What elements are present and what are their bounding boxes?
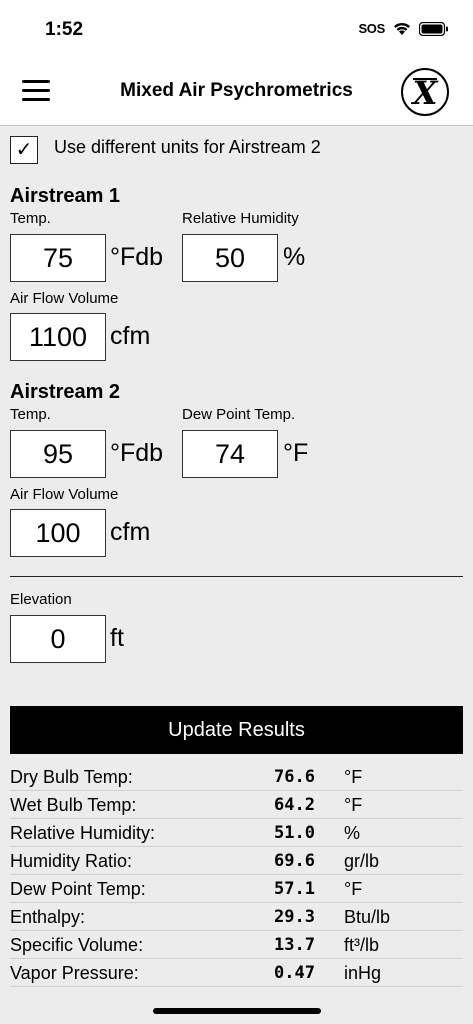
result-row-humidity-ratio: Humidity Ratio: 69.6 gr/lb — [10, 848, 463, 875]
result-row-enthalpy: Enthalpy: 29.3 Btu/lb — [10, 904, 463, 931]
result-value: 76.6 — [274, 767, 315, 787]
different-units-checkbox[interactable]: ✓ — [10, 136, 38, 164]
result-row-relative-humidity: Relative Humidity: 51.0 % — [10, 820, 463, 847]
different-units-label: Use different units for Airstream 2 — [54, 137, 321, 157]
result-value: 57.1 — [274, 879, 315, 899]
airstream1-rh-label: Relative Humidity — [182, 210, 299, 227]
airstream2-title: Airstream 2 — [10, 381, 121, 403]
elevation-unit: ft — [110, 624, 124, 652]
result-unit: % — [344, 823, 361, 843]
update-results-button[interactable]: Update Results — [10, 706, 463, 754]
result-unit: Btu/lb — [344, 907, 391, 927]
result-value: 29.3 — [274, 907, 315, 927]
airstream1-flow-unit: cfm — [110, 322, 151, 350]
airstream2-dp-unit: °F — [283, 439, 309, 467]
result-row-dew-point: Dew Point Temp: 57.1 °F — [10, 876, 463, 903]
result-label: Wet Bulb Temp: — [10, 795, 137, 815]
airstream2-temp-label: Temp. — [10, 406, 51, 423]
app-logo[interactable]: X — [401, 68, 449, 116]
status-icons: SOS — [358, 21, 449, 36]
airstream2-temp-unit: °Fdb — [110, 439, 164, 467]
wifi-icon — [394, 22, 410, 35]
airstream1-title: Airstream 1 — [10, 185, 121, 207]
section-divider — [10, 576, 463, 577]
result-label: Enthalpy: — [10, 907, 86, 927]
result-label: Humidity Ratio: — [10, 851, 133, 871]
result-label: Dry Bulb Temp: — [10, 767, 133, 787]
result-unit: °F — [344, 795, 363, 815]
result-unit: ft³/lb — [344, 935, 380, 955]
airstream1-rh-unit: % — [283, 243, 306, 271]
result-row-wet-bulb: Wet Bulb Temp: 64.2 °F — [10, 792, 463, 819]
airstream1-temp-input[interactable]: 75 — [10, 234, 106, 282]
airstream1-flow-input[interactable]: 1100 — [10, 313, 106, 361]
airstream2-flow-input[interactable]: 100 — [10, 509, 106, 557]
airstream2-dp-label: Dew Point Temp. — [182, 406, 296, 423]
result-value: 69.6 — [274, 851, 315, 871]
result-row-dry-bulb: Dry Bulb Temp: 76.6 °F — [10, 764, 463, 791]
airstream1-temp-unit: °Fdb — [110, 243, 164, 271]
result-unit: inHg — [344, 963, 382, 983]
result-unit: gr/lb — [344, 851, 380, 871]
results-list: Dry Bulb Temp: 76.6 °F Wet Bulb Temp: 64… — [10, 764, 463, 988]
logo-x-icon: X — [411, 74, 439, 112]
status-bar: 1:52 SOS — [0, 0, 473, 58]
home-indicator[interactable] — [153, 1008, 321, 1014]
elevation-input[interactable]: 0 — [10, 615, 106, 663]
airstream1-temp-label: Temp. — [10, 210, 51, 227]
airstream2-dp-input[interactable]: 74 — [182, 430, 278, 478]
result-value: 13.7 — [274, 935, 315, 955]
result-label: Dew Point Temp: — [10, 879, 146, 899]
result-unit: °F — [344, 767, 363, 787]
airstream2-temp-input[interactable]: 95 — [10, 430, 106, 478]
result-label: Specific Volume: — [10, 935, 144, 955]
elevation-label: Elevation — [10, 591, 72, 608]
airstream1-flow-label: Air Flow Volume — [10, 290, 119, 307]
nav-bar: Mixed Air Psychrometrics X — [0, 58, 473, 126]
result-value: 51.0 — [274, 823, 315, 843]
result-label: Vapor Pressure: — [10, 963, 139, 983]
battery-icon — [419, 21, 448, 36]
result-label: Relative Humidity: — [10, 823, 156, 843]
sos-indicator: SOS — [358, 21, 385, 36]
result-unit: °F — [344, 879, 363, 899]
result-value: 0.47 — [274, 963, 315, 983]
status-time: 1:52 — [45, 19, 84, 40]
result-value: 64.2 — [274, 795, 315, 815]
result-row-vapor-pressure: Vapor Pressure: 0.47 inHg — [10, 960, 463, 987]
result-row-specific-volume: Specific Volume: 13.7 ft³/lb — [10, 932, 463, 959]
airstream2-flow-unit: cfm — [110, 518, 151, 546]
airstream1-rh-input[interactable]: 50 — [182, 234, 278, 282]
airstream2-flow-label: Air Flow Volume — [10, 486, 119, 503]
